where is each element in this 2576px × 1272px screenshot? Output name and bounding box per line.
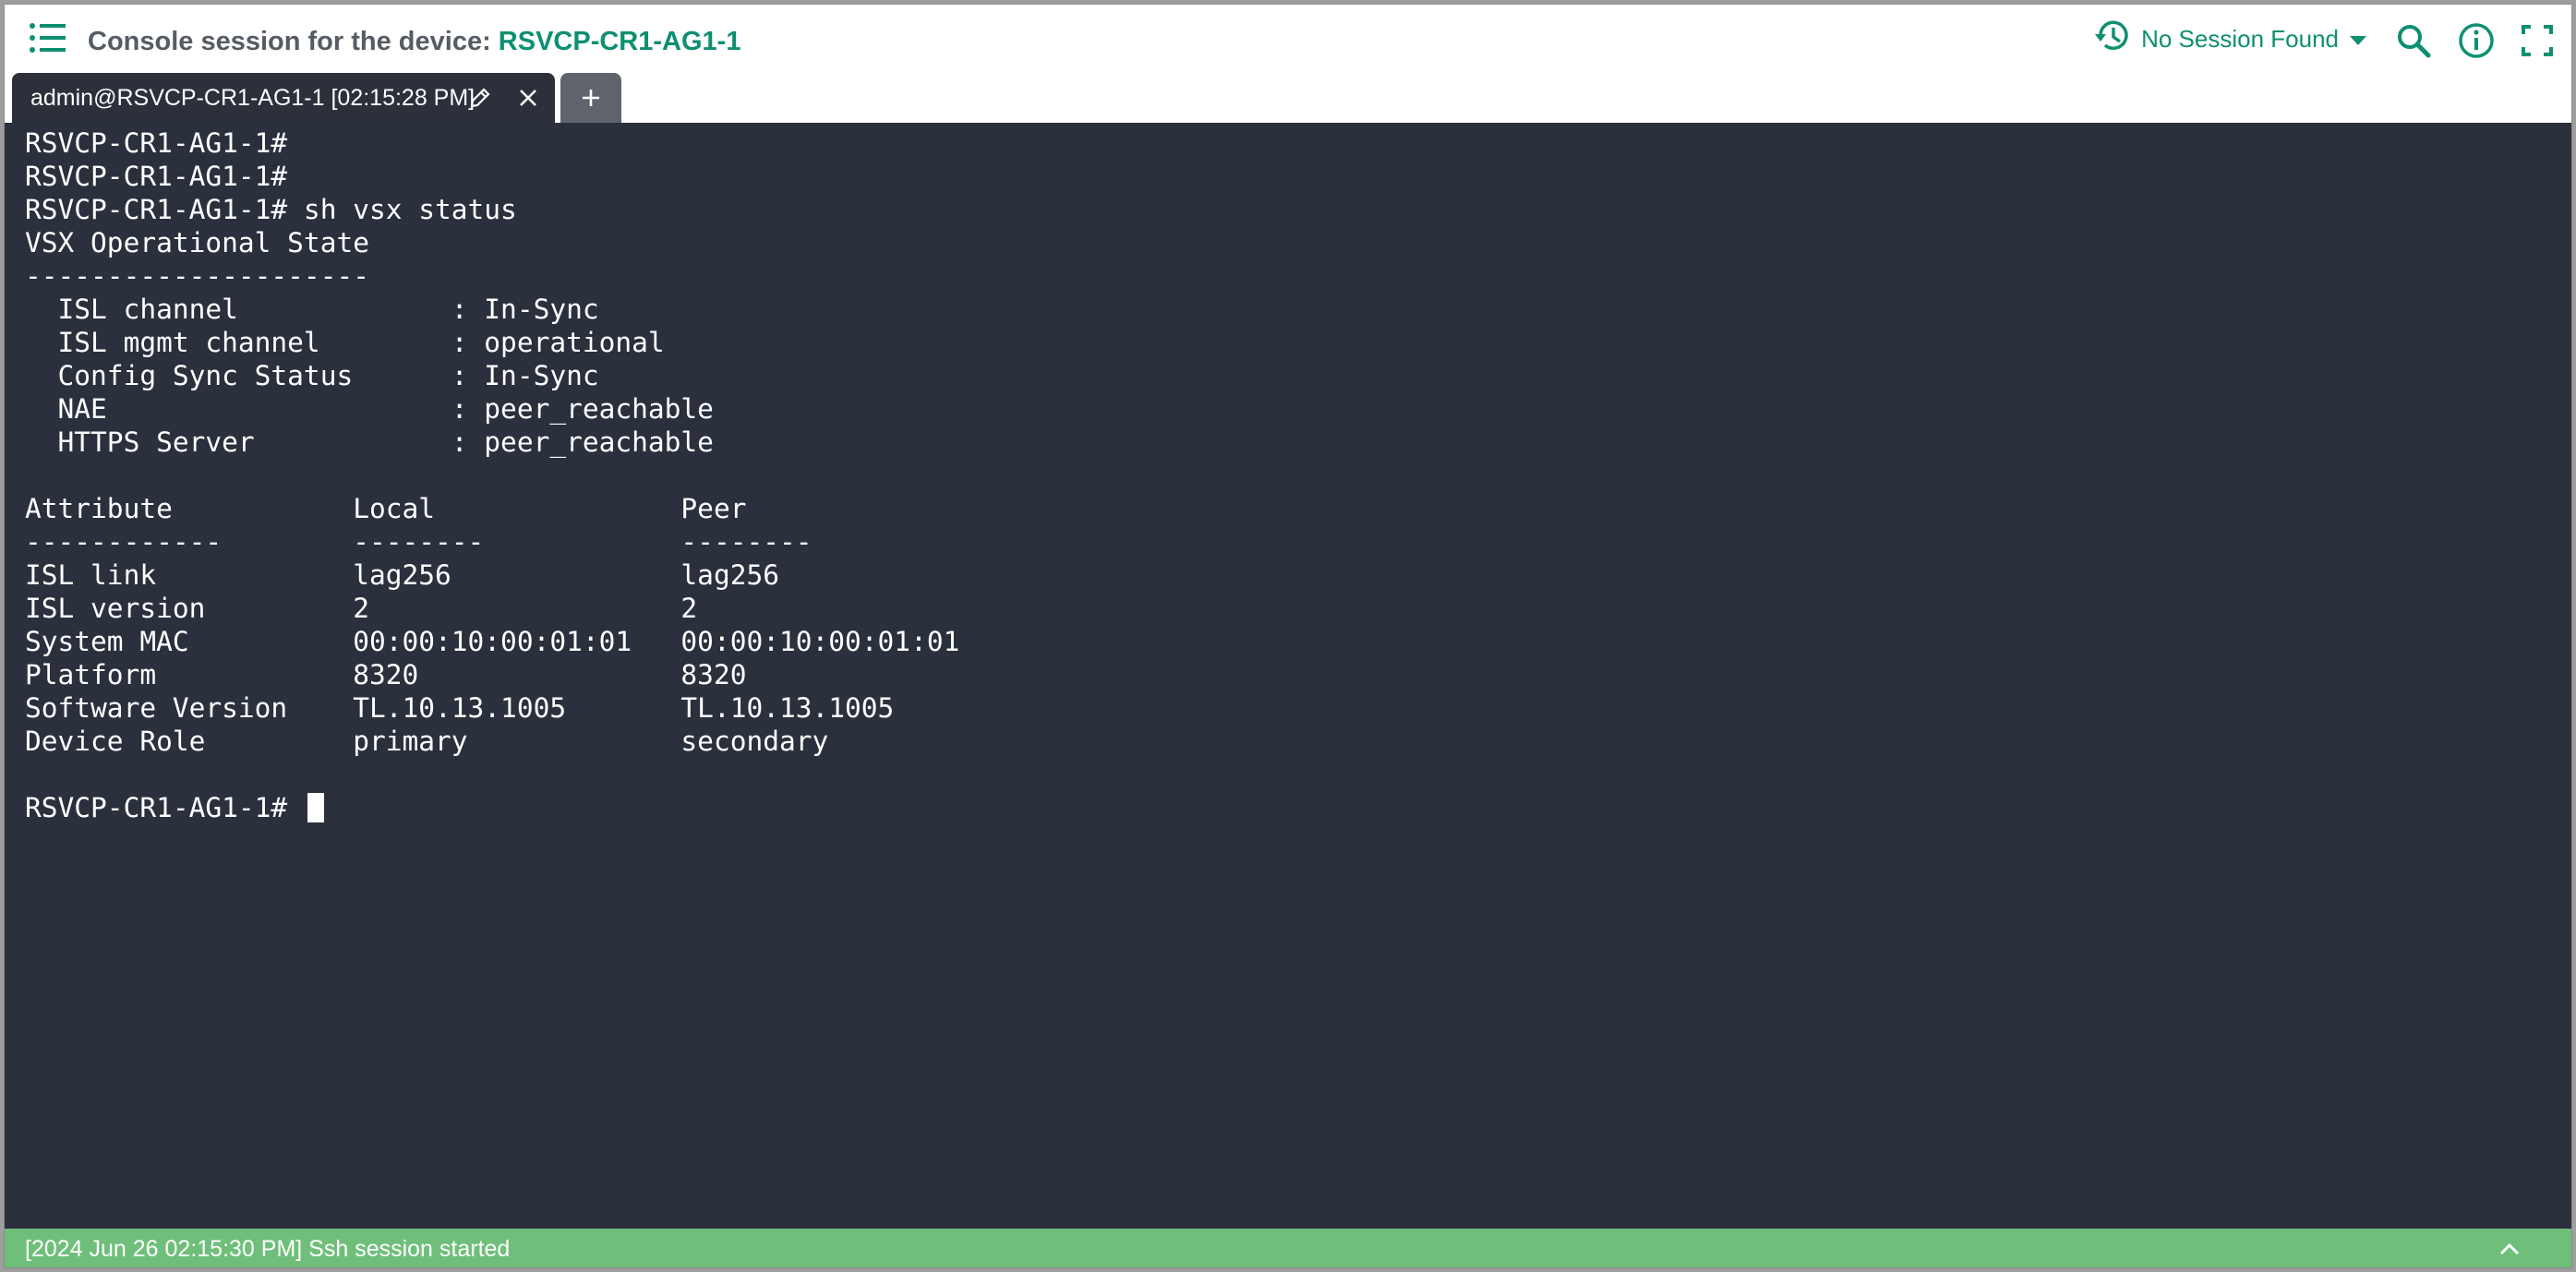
device-name: RSVCP-CR1-AG1-1 bbox=[498, 27, 741, 56]
session-picker-label: No Session Found bbox=[2141, 24, 2339, 53]
search-icon[interactable] bbox=[2394, 21, 2433, 60]
terminal-line: ------------ -------- -------- bbox=[25, 526, 813, 558]
terminal-line: Platform 8320 8320 bbox=[25, 659, 747, 690]
terminal-line: Software Version TL.10.13.1005 TL.10.13.… bbox=[25, 692, 895, 724]
title-prefix: Console session for the device: bbox=[88, 27, 491, 56]
console-window: Console session for the device: RSVCP-CR… bbox=[4, 4, 2572, 1268]
terminal-line: Device Role primary secondary bbox=[25, 726, 829, 757]
terminal-line: RSVCP-CR1-AG1-1# sh vsx status bbox=[25, 194, 517, 225]
tab-session[interactable]: admin@RSVCP-CR1-AG1-1 [02:15:28 PM] bbox=[12, 73, 555, 123]
terminal-output: RSVCP-CR1-AG1-1# RSVCP-CR1-AG1-1# RSVCP-CR… bbox=[25, 126, 2571, 791]
terminal-line: ISL version 2 2 bbox=[25, 593, 698, 624]
terminal-line: System MAC 00:00:10:00:01:01 00:00:10:00… bbox=[25, 626, 960, 657]
terminal-line: HTTPS Server : peer_reachable bbox=[25, 426, 714, 458]
terminal-line: RSVCP-CR1-AG1-1# bbox=[25, 127, 288, 159]
terminal-line: ISL channel : In-Sync bbox=[25, 294, 599, 325]
status-message: [2024 Jun 26 02:15:30 PM] Ssh session st… bbox=[25, 1235, 511, 1262]
terminal-line: VSX Operational State bbox=[25, 227, 369, 258]
list-menu-icon[interactable] bbox=[29, 21, 67, 54]
close-icon[interactable] bbox=[516, 86, 540, 110]
tab-bar: admin@RSVCP-CR1-AG1-1 [02:15:28 PM] bbox=[5, 73, 2571, 123]
plus-icon bbox=[583, 90, 599, 106]
terminal[interactable]: RSVCP-CR1-AG1-1# RSVCP-CR1-AG1-1# RSVCP-CR… bbox=[5, 123, 2571, 1229]
terminal-prompt-line: RSVCP-CR1-AG1-1# bbox=[25, 791, 2571, 824]
terminal-prompt: RSVCP-CR1-AG1-1# bbox=[25, 792, 304, 823]
status-bar: [2024 Jun 26 02:15:30 PM] Ssh session st… bbox=[5, 1229, 2571, 1267]
terminal-line: Config Sync Status : In-Sync bbox=[25, 360, 599, 391]
info-icon[interactable] bbox=[2457, 21, 2496, 60]
add-tab-button[interactable] bbox=[560, 73, 621, 123]
header: Console session for the device: RSVCP-CR… bbox=[5, 5, 2571, 73]
pencil-icon[interactable] bbox=[468, 86, 492, 110]
history-icon bbox=[2093, 17, 2132, 62]
terminal-line: ISL mgmt channel : operational bbox=[25, 327, 665, 358]
page-title: Console session for the device: RSVCP-CR… bbox=[88, 23, 740, 60]
terminal-line: RSVCP-CR1-AG1-1# bbox=[25, 161, 288, 192]
caret-down-icon bbox=[2348, 25, 2368, 54]
terminal-cursor bbox=[307, 793, 324, 822]
terminal-line: --------------------- bbox=[25, 260, 369, 292]
tab-label: admin@RSVCP-CR1-AG1-1 [02:15:28 PM] bbox=[30, 84, 475, 111]
session-picker[interactable]: No Session Found bbox=[2093, 19, 2368, 58]
fullscreen-icon[interactable] bbox=[2518, 21, 2557, 60]
terminal-line: ISL link lag256 lag256 bbox=[25, 559, 779, 591]
chevron-up-icon[interactable] bbox=[2496, 1236, 2523, 1262]
terminal-line: Attribute Local Peer bbox=[25, 493, 747, 524]
terminal-line: NAE : peer_reachable bbox=[25, 393, 714, 425]
